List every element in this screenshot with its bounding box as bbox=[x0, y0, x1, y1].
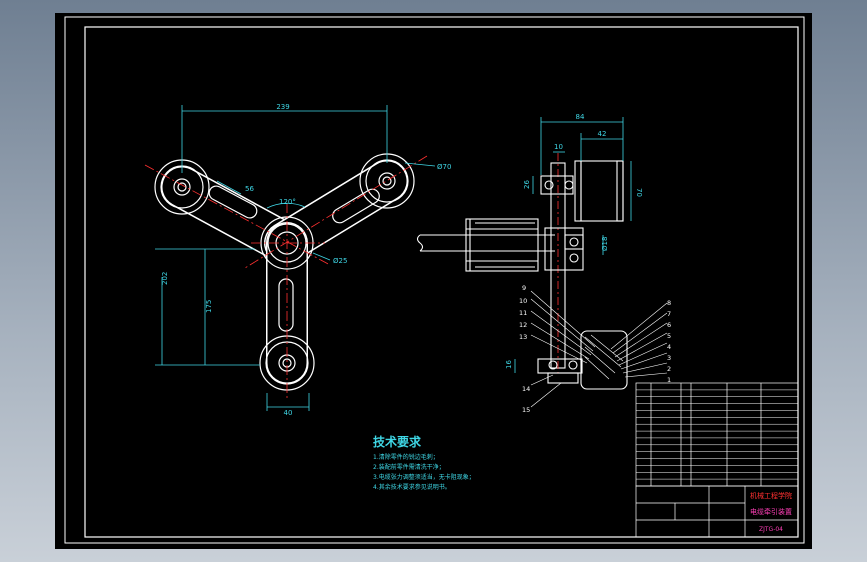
leader-8: 8 bbox=[667, 299, 671, 307]
dim-width: 84 bbox=[576, 113, 585, 121]
leader-11: 11 bbox=[519, 309, 527, 317]
dim-hub-dia: Ø25 bbox=[333, 257, 347, 265]
dim-slot-length: 56 bbox=[245, 185, 254, 193]
leader-13: 13 bbox=[519, 333, 527, 341]
leader-9: 9 bbox=[522, 284, 526, 292]
dim-shaft-dia: Ø18 bbox=[601, 237, 609, 251]
dim-pulley-width: 42 bbox=[598, 130, 607, 138]
drawing-sheet: 239 56 120° Ø70 Ø25 202 175 40 84 42 10 … bbox=[55, 13, 812, 549]
leader-2: 2 bbox=[667, 365, 671, 373]
note-1: 1.清除零件的锐边毛刺； bbox=[373, 453, 439, 461]
dim-pulley-dia: Ø70 bbox=[437, 163, 451, 171]
leader-14: 14 bbox=[522, 385, 530, 393]
title-block-text: 机械工程学院 电缆牵引装置 ZJTG-04 bbox=[750, 491, 792, 533]
note-4: 4.其余技术要求参见说明书。 bbox=[373, 483, 451, 491]
leader-labels-left: 9 10 11 12 13 14 15 bbox=[519, 284, 530, 414]
note-2: 2.装配前零件需清洗干净； bbox=[373, 463, 445, 471]
dim-center-height: 175 bbox=[205, 300, 213, 313]
break-line bbox=[416, 234, 424, 252]
leader-10: 10 bbox=[519, 297, 527, 305]
dim-arm-width: 40 bbox=[284, 409, 293, 417]
dim-left: 26 bbox=[523, 180, 531, 189]
parts-list bbox=[635, 382, 799, 487]
company-name: 机械工程学院 bbox=[750, 491, 792, 500]
dim-height: 202 bbox=[161, 272, 169, 285]
dim-angle: 120° bbox=[279, 198, 296, 206]
dim-bottom: 16 bbox=[505, 360, 513, 369]
drawing-number: ZJTG-04 bbox=[759, 526, 783, 533]
drawing-name: 电缆牵引装置 bbox=[750, 507, 792, 516]
note-3: 3.电缆张力调整须适当，无卡阻现象； bbox=[373, 473, 475, 481]
cad-drawing: 239 56 120° Ø70 Ø25 202 175 40 84 42 10 … bbox=[64, 16, 805, 544]
front-view bbox=[154, 153, 415, 391]
parts-rows bbox=[636, 389, 798, 480]
dim-span: 239 bbox=[276, 103, 289, 111]
dim-gap: 10 bbox=[554, 143, 563, 151]
leader-15: 15 bbox=[522, 406, 530, 414]
leader-5: 5 bbox=[667, 332, 671, 340]
leader-12: 12 bbox=[519, 321, 527, 329]
leader-6: 6 bbox=[667, 321, 671, 329]
notes-title: 技术要求 bbox=[373, 434, 422, 449]
leader-7: 7 bbox=[667, 310, 671, 318]
leader-3: 3 bbox=[667, 354, 671, 362]
leader-labels-right: 8 7 6 5 4 3 2 1 bbox=[667, 299, 671, 384]
leader-4: 4 bbox=[667, 343, 671, 351]
side-hatch bbox=[584, 334, 624, 380]
sleeve bbox=[465, 218, 539, 272]
dim-right: 70 bbox=[635, 188, 643, 197]
technical-notes: 技术要求 1.清除零件的锐边毛刺； 2.装配前零件需清洗干净； 3.电缆张力调整… bbox=[373, 434, 475, 491]
